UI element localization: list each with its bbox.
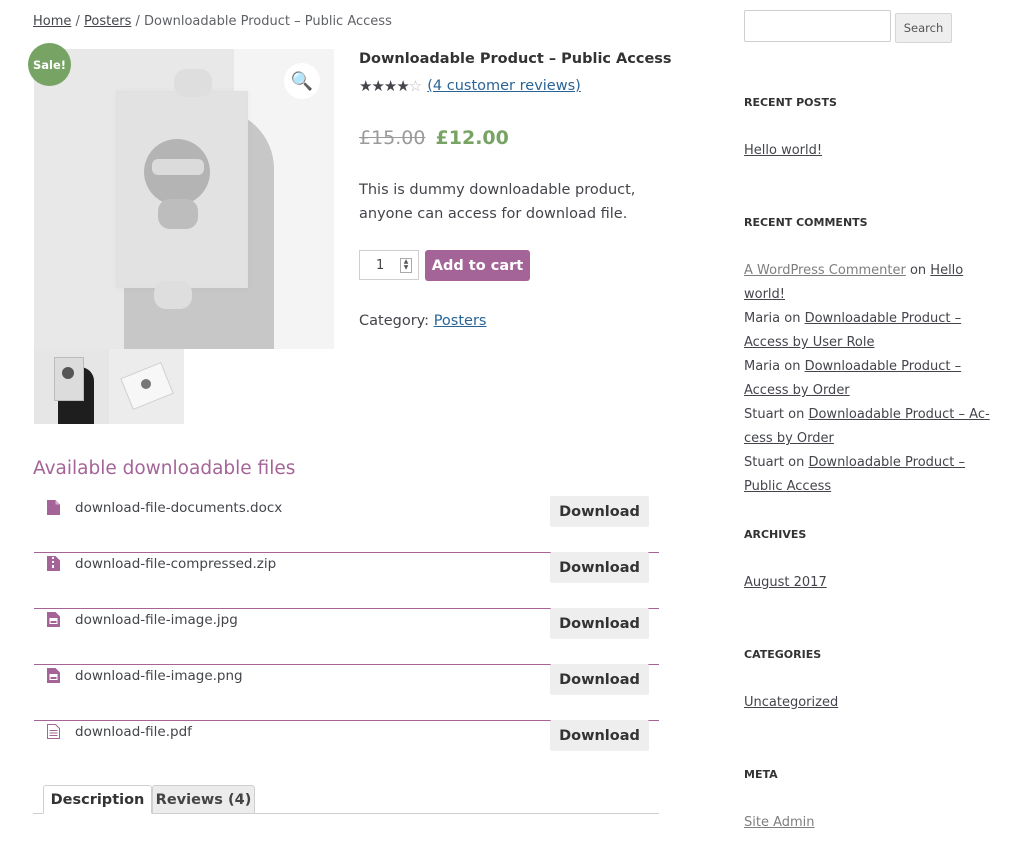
file-name: download-file-documents.docx xyxy=(75,500,283,516)
recent-comments-list: A WordPress Commenter on Hello world! Ma… xyxy=(744,259,996,499)
comment-author: Maria xyxy=(744,311,781,326)
download-row: download-file-image.jpg Download xyxy=(34,608,659,665)
download-button[interactable]: Download xyxy=(550,608,649,639)
gallery-thumbnail-1[interactable] xyxy=(34,349,109,424)
breadcrumb-separator: / xyxy=(71,14,85,29)
categories-title: CATEGORIES xyxy=(744,648,822,661)
comment-item: Stuart on Downloadable Product – Public … xyxy=(744,451,996,499)
recent-post-link[interactable]: Hello world! xyxy=(744,143,822,158)
thumb-poster xyxy=(54,357,84,401)
product-rating: ★★★★☆ (4 customer reviews) xyxy=(359,77,581,95)
thumb-ninja xyxy=(141,379,151,389)
product-price: £15.00 £12.00 xyxy=(359,127,509,149)
meta-title: META xyxy=(744,768,778,781)
download-row: download-file-image.png Download xyxy=(34,664,659,721)
quantity-stepper-icon[interactable]: ▲ ▼ xyxy=(400,258,412,273)
download-row: download-file-compressed.zip Download xyxy=(34,552,659,609)
add-to-cart-button[interactable]: Add to cart xyxy=(425,250,530,281)
tab-description[interactable]: Description xyxy=(43,785,152,814)
comment-item: A WordPress Commenter on Hello world! xyxy=(744,259,996,307)
download-row: download-file.pdf Download xyxy=(34,720,659,776)
tab-reviews[interactable]: Reviews (4) xyxy=(152,785,255,814)
breadcrumb: Home / Posters / Downloadable Product – … xyxy=(33,14,392,29)
download-button[interactable]: Download xyxy=(550,496,649,527)
thumb-ninja xyxy=(62,367,74,379)
image-file-icon xyxy=(47,612,60,627)
file-name: download-file-image.jpg xyxy=(75,612,238,628)
category-link[interactable]: Posters xyxy=(434,313,487,329)
quantity-input[interactable]: 1 ▲ ▼ xyxy=(359,250,419,280)
product-title: Downloadable Product – Public Access xyxy=(359,51,672,67)
site-admin-link[interactable]: Site Admin xyxy=(744,815,815,830)
sale-price: £12.00 xyxy=(435,127,509,149)
archive-link[interactable]: August 2017 xyxy=(744,575,827,590)
comment-on-text: on xyxy=(784,407,809,422)
category-widget-link[interactable]: Uncategorized xyxy=(744,695,838,710)
archive-icon xyxy=(47,556,60,571)
stars-filled: ★★★★ xyxy=(359,77,410,95)
comment-item: Maria on Downloadable Product – Access b… xyxy=(744,307,996,355)
download-button[interactable]: Download xyxy=(550,664,649,695)
download-button[interactable]: Download xyxy=(550,720,649,751)
downloads-heading: Available downloadable files xyxy=(33,458,296,479)
file-name: download-file-compressed.zip xyxy=(75,556,277,572)
product-short-description: This is dummy downloadable product, anyo… xyxy=(359,182,636,222)
product-category: Category: Posters xyxy=(359,313,486,329)
star-rating-icon: ★★★★☆ xyxy=(359,77,422,95)
breadcrumb-separator: / xyxy=(131,14,145,29)
download-button[interactable]: Download xyxy=(550,552,649,583)
comment-item: Maria on Downloadable Product – Access b… xyxy=(744,355,996,403)
search-input[interactable] xyxy=(744,10,891,42)
customer-reviews-link[interactable]: (4 customer reviews) xyxy=(427,78,581,94)
archives-title: ARCHIVES xyxy=(744,528,807,541)
zoom-button[interactable]: 🔍 xyxy=(284,63,320,99)
comment-on-text: on xyxy=(780,311,805,326)
stars-empty: ☆ xyxy=(408,77,422,95)
comment-on-text: on xyxy=(784,455,809,470)
pdf-icon xyxy=(47,724,60,739)
regular-price: £15.00 xyxy=(359,127,426,149)
comment-on-text: on xyxy=(905,263,931,278)
breadcrumb-posters-link[interactable]: Posters xyxy=(84,14,131,29)
recent-comments-title: RECENT COMMENTS xyxy=(744,216,868,229)
sale-badge: Sale! xyxy=(28,43,71,86)
search-button[interactable]: Search xyxy=(895,13,952,43)
image-file-icon xyxy=(47,668,60,683)
file-name: download-file-image.png xyxy=(75,668,243,684)
breadcrumb-current: Downloadable Product – Public Access xyxy=(144,14,392,29)
comment-on-text: on xyxy=(780,359,805,374)
breadcrumb-home-link[interactable]: Home xyxy=(33,14,71,29)
comment-author: Stuart xyxy=(744,455,784,470)
download-row: download-file-documents.docx Download xyxy=(34,496,659,553)
comment-author-link[interactable]: A WordPress Commenter xyxy=(744,263,906,278)
comment-author: Stuart xyxy=(744,407,784,422)
quantity-value: 1 xyxy=(376,257,385,273)
category-label: Category: xyxy=(359,313,434,329)
comment-author: Maria xyxy=(744,359,781,374)
file-name: download-file.pdf xyxy=(75,724,192,740)
recent-posts-title: RECENT POSTS xyxy=(744,96,837,109)
document-icon xyxy=(47,500,60,515)
magnifier-icon: 🔍 xyxy=(290,70,314,92)
gallery-thumbnail-2[interactable] xyxy=(109,349,184,424)
comment-item: Stuart on Downloadable Product – Ac­cess… xyxy=(744,403,996,451)
